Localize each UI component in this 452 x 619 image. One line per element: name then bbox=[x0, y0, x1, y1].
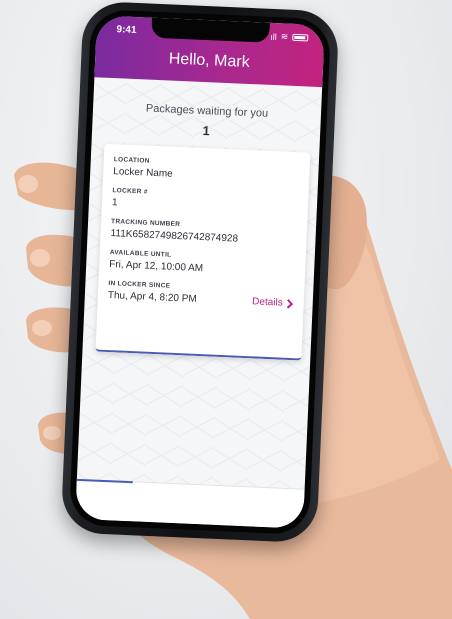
package-card[interactable]: LOCATION Locker Name LOCKER # 1 TRACKING… bbox=[95, 143, 311, 361]
app-screen: 9:41 ıll ≋ Hello, Mark Packages waiting … bbox=[75, 15, 325, 529]
battery-icon bbox=[292, 33, 309, 42]
chevron-right-icon bbox=[286, 298, 294, 309]
page-title: Hello, Mark bbox=[168, 50, 251, 71]
phone-frame: 9:41 ıll ≋ Hello, Mark Packages waiting … bbox=[60, 0, 340, 544]
details-link[interactable]: Details bbox=[252, 296, 294, 309]
wifi-icon: ≋ bbox=[280, 31, 289, 42]
in-locker-since-value: Thu, Apr 4, 8:20 PM bbox=[107, 290, 197, 305]
status-icons: ıll ≋ bbox=[270, 31, 309, 44]
signal-icon: ıll bbox=[270, 31, 278, 42]
details-label: Details bbox=[251, 296, 283, 309]
status-time: 9:41 bbox=[116, 24, 137, 36]
